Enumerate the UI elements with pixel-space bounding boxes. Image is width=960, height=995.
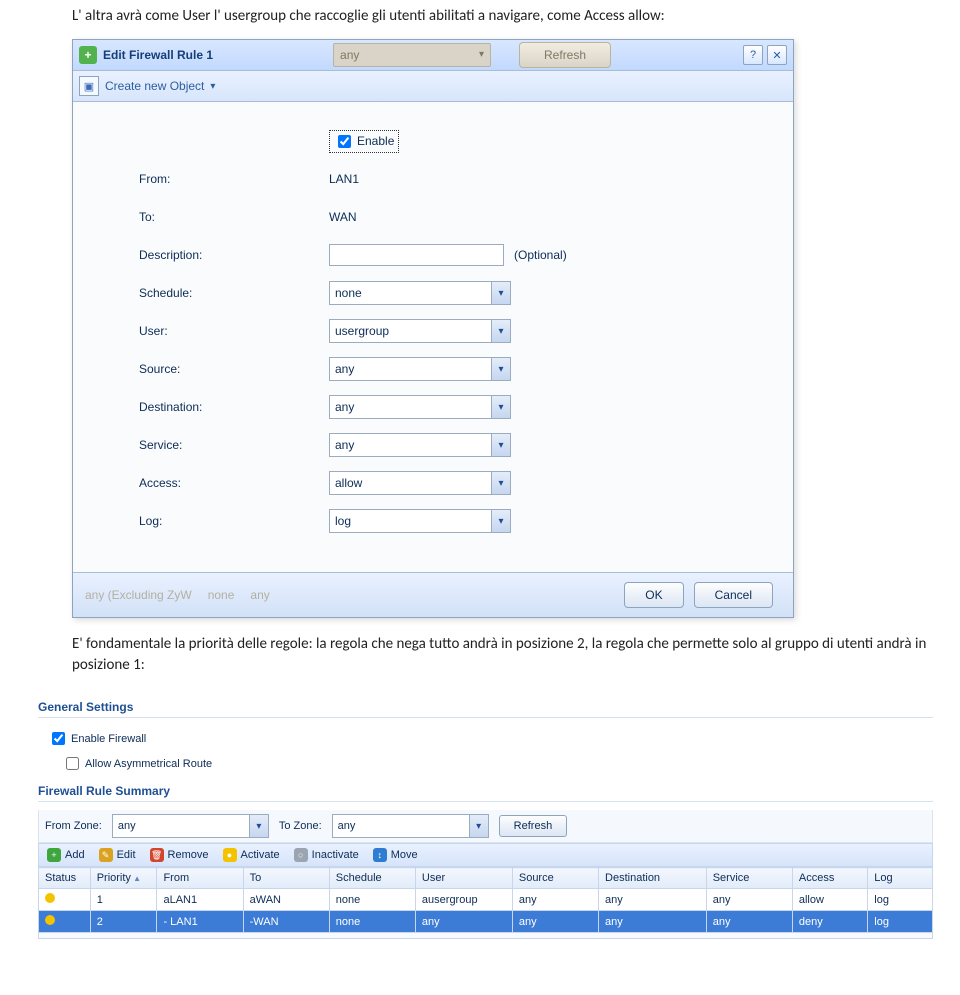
- chevron-down-icon: ▾: [491, 472, 510, 494]
- ok-button[interactable]: OK: [624, 582, 683, 608]
- service-select[interactable]: any▾: [329, 433, 511, 457]
- general-settings-header: General Settings: [38, 692, 933, 718]
- chevron-down-icon: ▾: [491, 510, 510, 532]
- enable-label: Enable: [357, 134, 394, 148]
- ghost-row-behind: any (Excluding ZyW none any: [85, 588, 614, 602]
- enable-checkbox-wrap[interactable]: Enable: [329, 130, 399, 153]
- col-source[interactable]: Source: [512, 868, 598, 889]
- source-select[interactable]: any▾: [329, 357, 511, 381]
- col-destination[interactable]: Destination: [599, 868, 707, 889]
- move-icon: ↕: [373, 848, 387, 862]
- asymmetrical-route-label: Allow Asymmetrical Route: [85, 758, 212, 770]
- from-label: From:: [139, 172, 329, 186]
- user-select[interactable]: usergroup▾: [329, 319, 511, 343]
- description-input[interactable]: [329, 244, 504, 266]
- status-active-icon: [45, 915, 55, 925]
- col-user[interactable]: User: [415, 868, 512, 889]
- from-value: LAN1: [329, 172, 504, 186]
- enable-firewall-label: Enable Firewall: [71, 733, 146, 745]
- enable-checkbox[interactable]: [338, 135, 351, 148]
- chevron-down-icon: ▾: [491, 358, 510, 380]
- chevron-down-icon: ▾: [210, 81, 215, 92]
- table-row[interactable]: 2- LAN1-WANnoneanyanyanyanydenylog: [39, 911, 933, 933]
- chevron-down-icon: ▾: [491, 320, 510, 342]
- new-object-icon: ▣: [79, 76, 99, 96]
- help-button[interactable]: ?: [743, 45, 763, 65]
- activate-button[interactable]: ●Activate: [223, 848, 280, 862]
- asymmetrical-route-checkbox[interactable]: [66, 757, 79, 770]
- col-priority[interactable]: Priority: [90, 868, 157, 889]
- table-row[interactable]: 1aLAN1aWANnoneausergroupanyanyanyallowlo…: [39, 889, 933, 911]
- chevron-down-icon: ▾: [469, 815, 488, 837]
- status-active-icon: [45, 893, 55, 903]
- schedule-select[interactable]: none▾: [329, 281, 511, 305]
- dialog-title: Edit Firewall Rule 1: [103, 48, 213, 62]
- to-label: To:: [139, 210, 329, 224]
- bulb-icon: ●: [223, 848, 237, 862]
- chevron-down-icon: ▾: [249, 815, 268, 837]
- bulb-off-icon: ○: [294, 848, 308, 862]
- cancel-button[interactable]: Cancel: [694, 582, 773, 608]
- rules-table: Status Priority From To Schedule User So…: [38, 867, 933, 933]
- source-label: Source:: [139, 362, 329, 376]
- user-label: User:: [139, 324, 329, 338]
- horizontal-scroll-hint[interactable]: [38, 933, 933, 939]
- enable-firewall-checkbox[interactable]: [52, 732, 65, 745]
- create-new-object-button[interactable]: Create new Object: [105, 79, 204, 93]
- add-button[interactable]: +Add: [47, 848, 85, 862]
- edit-button[interactable]: ✎Edit: [99, 848, 136, 862]
- to-zone-label: To Zone:: [279, 820, 322, 832]
- paragraph-1: L' altra avrà come User l' usergroup che…: [0, 0, 960, 33]
- access-select[interactable]: allow▾: [329, 471, 511, 495]
- inactivate-button[interactable]: ○Inactivate: [294, 848, 359, 862]
- access-label: Access:: [139, 476, 329, 490]
- plus-icon: +: [47, 848, 61, 862]
- destination-label: Destination:: [139, 400, 329, 414]
- col-status[interactable]: Status: [39, 868, 91, 889]
- log-label: Log:: [139, 514, 329, 528]
- log-select[interactable]: log▾: [329, 509, 511, 533]
- col-to[interactable]: To: [243, 868, 329, 889]
- service-label: Service:: [139, 438, 329, 452]
- col-log[interactable]: Log: [868, 868, 933, 889]
- move-button[interactable]: ↕Move: [373, 848, 418, 862]
- refresh-button[interactable]: Refresh: [499, 815, 568, 837]
- optional-label: (Optional): [514, 248, 567, 262]
- disabled-dropdown-behind: any: [333, 43, 491, 67]
- paragraph-2: E' fondamentale la priorità delle regole…: [0, 628, 960, 682]
- col-service[interactable]: Service: [706, 868, 792, 889]
- close-button[interactable]: ✕: [767, 45, 787, 65]
- remove-button[interactable]: 🗑Remove: [150, 848, 209, 862]
- add-rule-icon: +: [79, 46, 97, 64]
- from-zone-select[interactable]: any▾: [112, 814, 269, 838]
- col-from[interactable]: From: [157, 868, 243, 889]
- edit-firewall-rule-dialog: + Edit Firewall Rule 1 any Refresh ? ✕ ▣…: [72, 39, 794, 618]
- from-zone-label: From Zone:: [45, 820, 102, 832]
- chevron-down-icon: ▾: [491, 434, 510, 456]
- firewall-summary-panel: General Settings Enable Firewall Allow A…: [38, 692, 933, 939]
- chevron-down-icon: ▾: [491, 282, 510, 304]
- schedule-label: Schedule:: [139, 286, 329, 300]
- to-zone-select[interactable]: any▾: [332, 814, 489, 838]
- col-schedule[interactable]: Schedule: [329, 868, 415, 889]
- firewall-rule-summary-header: Firewall Rule Summary: [38, 776, 933, 802]
- destination-select[interactable]: any▾: [329, 395, 511, 419]
- pencil-icon: ✎: [99, 848, 113, 862]
- chevron-down-icon: ▾: [491, 396, 510, 418]
- description-label: Description:: [139, 248, 329, 262]
- to-value: WAN: [329, 210, 504, 224]
- disabled-refresh-behind: Refresh: [519, 42, 611, 68]
- trash-icon: 🗑: [150, 848, 164, 862]
- col-access[interactable]: Access: [792, 868, 867, 889]
